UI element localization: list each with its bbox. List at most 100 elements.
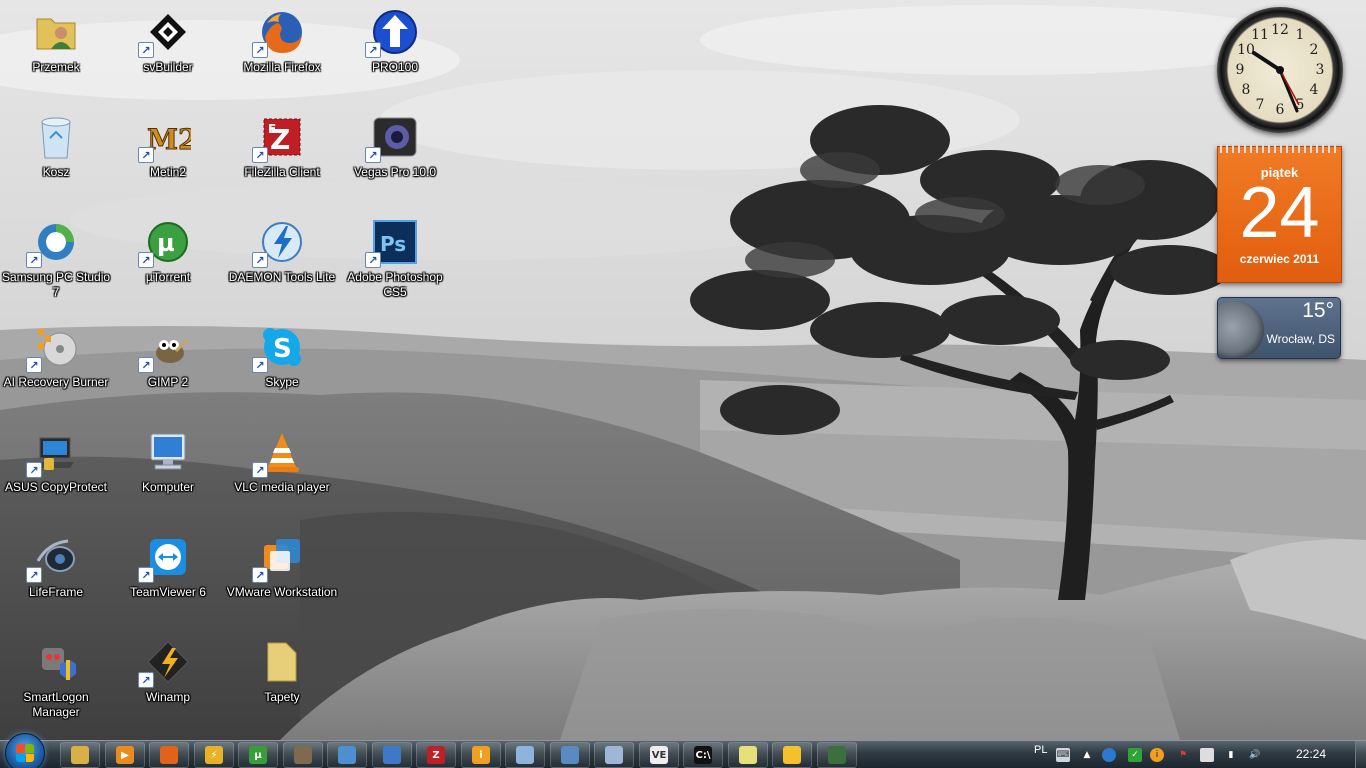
folder-icon [258,638,306,686]
calendar-day-number: 24 [1239,173,1320,253]
desktop-icon-daemon-tools[interactable]: ↗ DAEMON Tools Lite [226,214,338,314]
utorrent-icon: µ [249,746,267,764]
desktop-icon-teamviewer[interactable]: ↗ TeamViewer 6 [112,529,224,629]
clock-number: 3 [1316,62,1325,78]
taskbar-button[interactable] [327,742,367,768]
calendar-gadget[interactable]: piątek 24 czerwiec 2011 [1217,143,1342,283]
desktop-icon-skype[interactable]: S ↗ Skype [226,319,338,419]
desktop-icon-label: PRO100 [371,60,419,74]
action-center-flag-icon[interactable]: ⚑ [1176,748,1190,762]
desktop-icon-smartlogon-manager[interactable]: SmartLogon Manager [0,634,112,734]
command-prompt-icon: C:\ [694,746,712,764]
desktop-icon-label: µTorrent [145,270,191,284]
desktop-icon-mozilla-firefox[interactable]: ↗ Mozilla Firefox [226,4,338,104]
desktop-icon-filezilla[interactable]: ZF ↗ FileZilla Client [226,109,338,209]
taskbar-button[interactable]: ⚡ [194,742,234,768]
gg-tray-icon[interactable]: i [1150,748,1164,762]
desktop-icon-vmware[interactable]: ↗ VMware Workstation [226,529,338,629]
taskbar-button[interactable]: µ [238,742,278,768]
ai-recovery-burner-icon: ↗ [26,323,80,373]
desktop-icon-kosz[interactable]: Kosz [0,109,112,209]
explorer-icon [71,746,89,764]
volume-icon[interactable]: 🔊 [1248,748,1262,762]
desktop-icon-label: TeamViewer 6 [130,585,206,599]
clock-number: 7 [1256,97,1265,113]
calendar-rings [1220,143,1339,153]
taskbar-button[interactable]: Z [416,742,456,768]
desktop-icon-svbuilder[interactable]: ↗ svBuilder [112,4,224,104]
desktop-icon-ai-recovery-burner[interactable]: ↗ AI Recovery Burner [0,319,112,419]
desktop-icon-tapety[interactable]: Tapety [226,634,338,734]
desktop-icon-gimp[interactable]: ↗ GIMP 2 [112,319,224,419]
desktop-icon-label: Komputer [141,480,195,494]
taskbar-button[interactable]: C:\ [683,742,723,768]
user-folder-icon [32,8,80,56]
smartlogon-icon [32,638,80,686]
taskbar-button[interactable]: VE [639,742,679,768]
taskbar-button[interactable] [60,742,100,768]
desktop-icon-label: Adobe Photoshop CS5 [347,270,443,299]
desktop-icon-komputer[interactable]: Komputer [112,424,224,524]
desktop-icon-winamp[interactable]: ↗ Winamp [112,634,224,734]
shortcut-arrow-icon: ↗ [26,357,42,373]
vmware-icon: ↗ [252,533,306,583]
desktop-icon-label: Metin2 [149,165,187,179]
desktop-icon-asus-copyprotect[interactable]: ↗ ASUS CopyProtect [0,424,112,524]
gimp-icon: ↗ [138,323,192,373]
desktop-icon-utorrent[interactable]: µ ↗ µTorrent [112,214,224,314]
shortcut-arrow-icon: ↗ [138,672,154,688]
network-adapter-icon[interactable] [1102,748,1116,762]
clock-number: 4 [1310,82,1319,98]
taskbar-button[interactable] [283,742,323,768]
desktop-icon-label: VMware Workstation [226,585,338,599]
desktop-icon-przemek[interactable]: Przemek [0,4,112,104]
taskbar-clock[interactable]: 22:24 [1296,747,1326,761]
show-desktop-button[interactable] [1355,741,1366,768]
gg-icon: i [472,746,490,764]
pro100-icon: ↗ [365,8,419,58]
taskbar-button[interactable] [728,742,768,768]
metin2-icon: M2 ↗ [138,113,192,163]
security-check-icon[interactable]: ✓ [1128,748,1142,762]
wifi-signal-icon[interactable]: ▮ [1224,748,1238,762]
weather-gadget[interactable]: 15° Wrocław, DS [1217,297,1341,359]
taskbar-button[interactable] [372,742,412,768]
shortcut-arrow-icon: ↗ [252,567,268,583]
desktop-icon-lifeframe[interactable]: ↗ LifeFrame [0,529,112,629]
svg-text:µ: µ [157,229,175,257]
weather-location: Wrocław, DS [1266,332,1335,346]
taskbar-button[interactable] [149,742,189,768]
taskbar-button[interactable] [817,742,857,768]
remote-desktop-icon [561,746,579,764]
desktop-icon-label: Winamp [145,690,190,704]
shortcut-arrow-icon: ↗ [252,462,268,478]
shortcut-arrow-icon: ↗ [138,42,154,58]
clock-gadget[interactable]: 12 1 2 3 4 5 6 7 8 9 10 11 [1217,7,1343,133]
desktop-icon-vlc[interactable]: ↗ VLC media player [226,424,338,524]
desktop-icon-vegas-pro[interactable]: ↗ Vegas Pro 10.0 [339,109,451,209]
taskbar-button[interactable] [772,742,812,768]
firefox-icon: ↗ [252,8,306,58]
shortcut-arrow-icon: ↗ [138,357,154,373]
clock-face: 12 1 2 3 4 5 6 7 8 9 10 11 [1236,22,1325,118]
lifeframe-icon: ↗ [26,533,80,583]
taskbar-button[interactable] [505,742,545,768]
desktop-icon-adobe-photoshop[interactable]: Ps ↗ Adobe Photoshop CS5 [339,214,451,314]
battery-icon[interactable] [1200,748,1214,762]
taskbar-button[interactable]: i [461,742,501,768]
media-player-icon: ▶ [116,746,134,764]
keyboard-icon[interactable]: ⌨ [1056,748,1070,762]
show-hidden-icons-icon[interactable]: ▲ [1080,748,1094,762]
start-button[interactable] [5,733,45,768]
gimp-icon [294,746,312,764]
desktop-icon-pro100[interactable]: ↗ PRO100 [339,4,451,104]
taskbar-button[interactable] [594,742,634,768]
svg-text:Ps: Ps [380,232,406,256]
taskbar-button[interactable]: ▶ [105,742,145,768]
taskbar-button[interactable] [550,742,590,768]
desktop-icon-samsung-pc-studio[interactable]: ↗ Samsung PC Studio 7 [0,214,112,314]
firefox-icon [160,746,178,764]
sticky-notes-icon [739,746,757,764]
input-language-indicator[interactable]: PL [1034,744,1047,756]
desktop-icon-metin2[interactable]: M2 ↗ Metin2 [112,109,224,209]
